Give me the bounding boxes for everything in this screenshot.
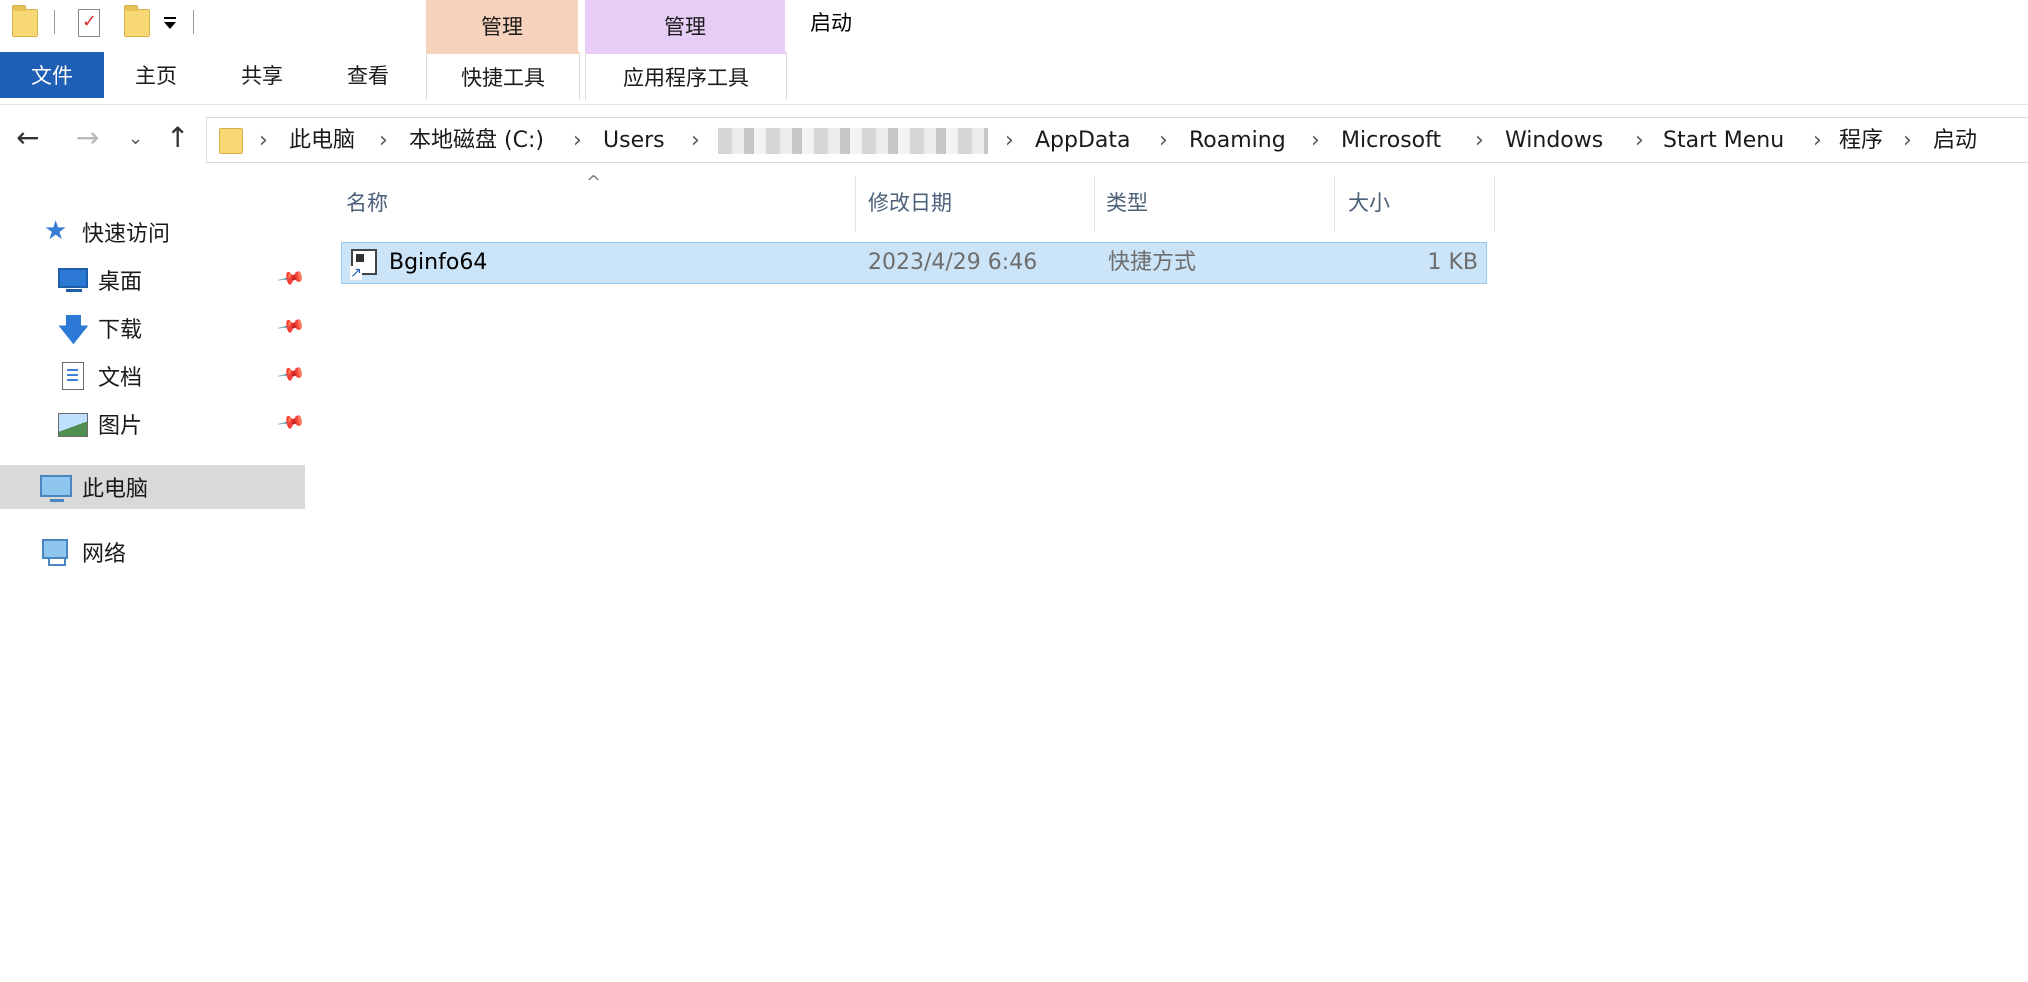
column-header-name[interactable]: 名称 — [346, 175, 388, 231]
file-row[interactable]: Bginfo64 2023/4/29 6:46 快捷方式 1 KB — [341, 242, 1487, 284]
chevron-right-icon[interactable]: › — [691, 118, 700, 164]
app-tools-manage-label: 管理 — [664, 15, 706, 39]
properties-icon[interactable] — [78, 9, 100, 37]
pin-icon[interactable]: 📌 — [276, 359, 306, 389]
nav-item-documents-label: 文档 — [98, 366, 143, 391]
nav-item-desktop[interactable]: 桌面 📌 — [0, 258, 306, 302]
address-bar[interactable]: › 此电脑 › 本地磁盘 (C:) › Users › › AppData › … — [206, 117, 2028, 163]
nav-item-documents[interactable]: 文档 📌 — [0, 354, 306, 398]
tab-app-tools[interactable]: 应用程序工具 — [585, 52, 787, 100]
nav-quick-access[interactable]: ★ 快速访问 — [0, 210, 305, 254]
ribbon-divider — [0, 104, 2028, 105]
breadcrumb-this-pc[interactable]: 此电脑 — [289, 118, 355, 164]
nav-this-pc[interactable]: 此电脑 — [0, 465, 305, 509]
shortcut-file-icon — [350, 249, 377, 280]
nav-item-downloads[interactable]: 🡇 下载 📌 — [0, 306, 306, 350]
sort-ascending-icon: ^ — [586, 172, 602, 193]
column-divider[interactable] — [1094, 176, 1095, 232]
nav-item-downloads-label: 下载 — [98, 318, 143, 343]
chevron-right-icon[interactable]: › — [259, 118, 268, 164]
recent-locations-chevron-icon[interactable]: ⌄ — [128, 130, 143, 148]
chevron-right-icon[interactable]: › — [1813, 118, 1822, 164]
shortcut-tools-manage-header: 管理 — [426, 0, 578, 52]
window-title: 启动 — [810, 11, 852, 35]
column-header-size[interactable]: 大小 — [1348, 175, 1390, 231]
column-header-type[interactable]: 类型 — [1106, 175, 1148, 231]
app-tools-manage-header: 管理 — [585, 0, 785, 52]
tab-home[interactable]: 主页 — [116, 52, 196, 98]
breadcrumb-appdata[interactable]: AppData — [1035, 118, 1131, 164]
nav-item-desktop-label: 桌面 — [98, 270, 143, 295]
toolbar-separator — [54, 10, 55, 34]
picture-icon — [58, 413, 88, 437]
document-icon — [62, 362, 84, 390]
nav-this-pc-label: 此电脑 — [82, 477, 149, 502]
nav-item-pictures-label: 图片 — [98, 414, 143, 439]
breadcrumb-roaming[interactable]: Roaming — [1189, 118, 1286, 164]
chevron-right-icon[interactable]: › — [1903, 118, 1912, 164]
tab-view[interactable]: 查看 — [328, 52, 408, 98]
tab-shortcut-tools[interactable]: 快捷工具 — [426, 52, 580, 100]
chevron-right-icon[interactable]: › — [379, 118, 388, 164]
breadcrumb-local-disk[interactable]: 本地磁盘 (C:) — [409, 118, 544, 164]
column-divider[interactable] — [855, 176, 856, 232]
customize-dropdown-icon[interactable] — [164, 17, 176, 29]
chevron-right-icon[interactable]: › — [573, 118, 582, 164]
column-header-modified[interactable]: 修改日期 — [868, 175, 952, 231]
pin-icon[interactable]: 📌 — [276, 263, 306, 293]
toolbar-separator — [193, 10, 194, 34]
breadcrumb-users[interactable]: Users — [603, 118, 665, 164]
up-arrow-icon[interactable]: ↑ — [166, 124, 189, 152]
nav-quick-access-label: 快速访问 — [82, 222, 171, 247]
breadcrumb-startup[interactable]: 启动 — [1933, 118, 1977, 164]
breadcrumb-windows[interactable]: Windows — [1505, 118, 1603, 164]
nav-network[interactable]: 网络 — [0, 530, 305, 574]
pin-icon[interactable]: 📌 — [276, 407, 306, 437]
file-size: 1 KB — [1427, 250, 1478, 275]
chevron-right-icon[interactable]: › — [1311, 118, 1320, 164]
file-modified: 2023/4/29 6:46 — [868, 250, 1038, 275]
network-icon — [42, 539, 68, 566]
tab-share[interactable]: 共享 — [222, 52, 302, 98]
column-divider[interactable] — [1334, 176, 1335, 232]
breadcrumb-start-menu[interactable]: Start Menu — [1663, 118, 1784, 164]
download-arrow-icon: 🡇 — [58, 313, 89, 348]
pin-icon[interactable]: 📌 — [276, 311, 306, 341]
column-divider[interactable] — [1494, 176, 1495, 232]
redacted-username — [718, 128, 988, 154]
desktop-icon — [58, 268, 88, 292]
file-name: Bginfo64 — [389, 250, 488, 275]
nav-item-pictures[interactable]: 图片 📌 — [0, 402, 306, 446]
computer-icon — [40, 475, 72, 502]
chevron-right-icon[interactable]: › — [1475, 118, 1484, 164]
forward-arrow-icon[interactable]: → — [76, 124, 99, 152]
chevron-right-icon[interactable]: › — [1159, 118, 1168, 164]
nav-network-label: 网络 — [82, 542, 127, 567]
back-arrow-icon[interactable]: ← — [16, 124, 39, 152]
star-icon: ★ — [44, 216, 68, 246]
folder-icon — [219, 128, 243, 154]
chevron-right-icon[interactable]: › — [1005, 118, 1014, 164]
breadcrumb-microsoft[interactable]: Microsoft — [1341, 118, 1441, 164]
tab-file[interactable]: 文件 — [0, 52, 104, 98]
folder-icon[interactable] — [12, 5, 38, 37]
shortcut-tools-manage-label: 管理 — [481, 15, 523, 39]
new-folder-icon[interactable] — [124, 5, 150, 37]
file-type: 快捷方式 — [1108, 250, 1197, 275]
chevron-right-icon[interactable]: › — [1635, 118, 1644, 164]
breadcrumb-programs[interactable]: 程序 — [1839, 118, 1883, 164]
